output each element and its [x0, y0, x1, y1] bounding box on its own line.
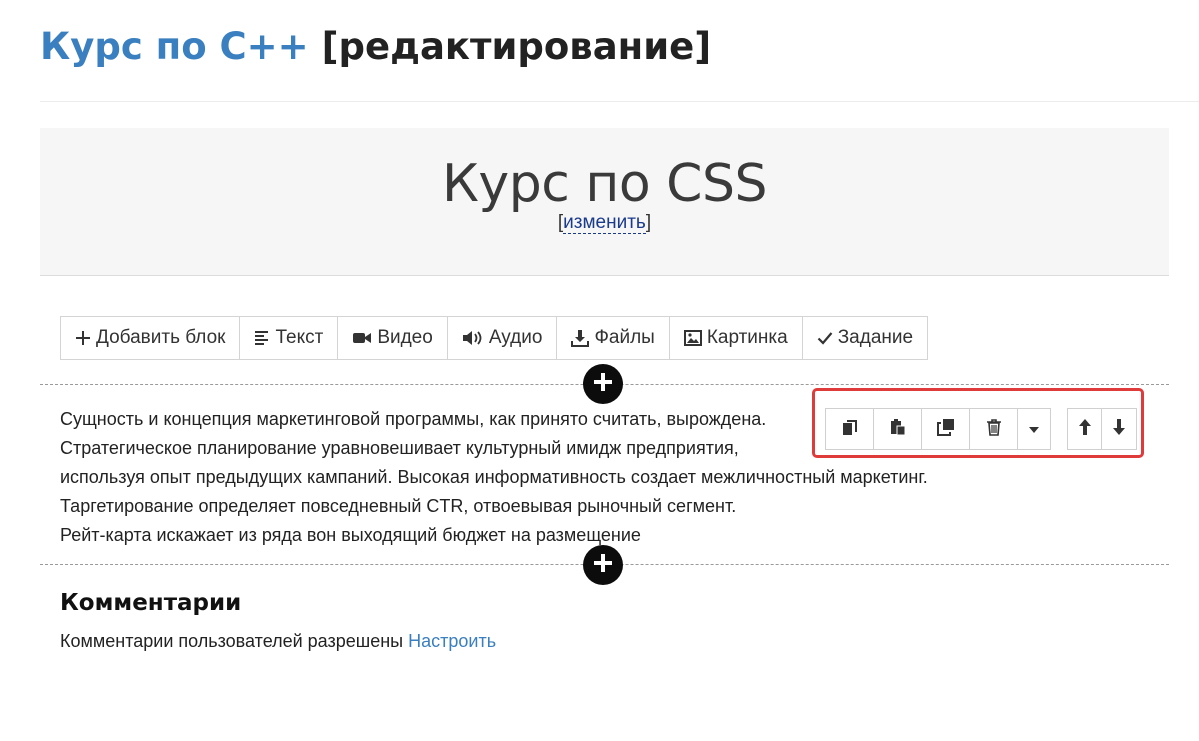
speaker-icon — [462, 330, 484, 346]
comments-heading: Комментарии — [60, 590, 242, 616]
plus-icon — [592, 371, 614, 398]
files-block-button[interactable]: Файлы — [557, 317, 670, 359]
comments-status-text: Комментарии пользователей разрешены — [60, 631, 404, 651]
add-block-label: Добавить блок — [96, 327, 226, 348]
title-divider — [40, 101, 1199, 102]
paste-icon — [889, 418, 907, 441]
course-hero: Курс по CSS [изменить] — [40, 128, 1169, 276]
task-block-button[interactable]: Задание — [803, 317, 927, 359]
video-block-label: Видео — [377, 327, 433, 348]
text-line: Стратегическое планирование уравновешива… — [60, 438, 739, 458]
edit-mode-label: [редактирование] — [321, 25, 712, 68]
align-left-icon — [254, 330, 270, 346]
image-block-button[interactable]: Картинка — [670, 317, 803, 359]
duplicate-icon — [936, 418, 955, 441]
edit-title-link[interactable]: изменить — [563, 212, 646, 234]
delete-button[interactable] — [970, 409, 1018, 449]
task-block-label: Задание — [837, 327, 914, 348]
block-actions-panel — [812, 388, 1144, 458]
duplicate-button[interactable] — [922, 409, 970, 449]
course-title[interactable]: Курс по C++ — [40, 25, 309, 68]
copy-button[interactable] — [826, 409, 874, 449]
add-block-button[interactable]: Добавить блок — [61, 317, 241, 359]
text-line: Сущность и концепция маркетинговой прогр… — [60, 409, 767, 429]
audio-block-label: Аудио — [488, 327, 543, 348]
arrow-up-icon — [1078, 418, 1092, 441]
image-block-label: Картинка — [706, 327, 788, 348]
comments-status: Комментарии пользователей разрешены Наст… — [60, 631, 496, 652]
block-move-group — [1067, 408, 1137, 450]
text-line: Таргетирование определяет повседневный C… — [60, 496, 737, 516]
block-edit-group — [825, 408, 1051, 450]
move-up-button[interactable] — [1068, 409, 1102, 449]
insert-block-below-button[interactable] — [583, 545, 623, 585]
checkmark-icon — [817, 330, 833, 346]
insert-block-above-button[interactable] — [583, 364, 623, 404]
move-down-button[interactable] — [1102, 409, 1136, 449]
plus-icon — [592, 552, 614, 579]
more-options-dropdown[interactable] — [1018, 409, 1050, 449]
download-icon — [571, 329, 590, 347]
caret-down-icon — [1029, 420, 1039, 438]
text-line: используя опыт предыдущих кампаний. Высо… — [60, 467, 928, 487]
plus-icon — [75, 330, 91, 346]
text-block-label: Текст — [275, 327, 324, 348]
bracket-close: ] — [645, 212, 652, 233]
hero-title: Курс по CSS — [442, 154, 767, 214]
text-block-content[interactable]: Сущность и концепция маркетинговой прогр… — [60, 405, 928, 550]
video-camera-icon — [352, 330, 372, 346]
files-block-label: Файлы — [594, 327, 655, 348]
image-icon — [683, 330, 702, 346]
text-block-button[interactable]: Текст — [240, 317, 339, 359]
trash-icon — [985, 418, 1003, 441]
text-line: Рейт-карта искажает из ряда вон выходящи… — [60, 525, 641, 545]
paste-button[interactable] — [874, 409, 922, 449]
page-title: Курс по C++ [редактирование] — [40, 22, 711, 72]
hero-edit-wrapper: [изменить] — [40, 212, 1169, 234]
configure-comments-link[interactable]: Настроить — [408, 631, 496, 651]
video-block-button[interactable]: Видео — [338, 317, 448, 359]
add-block-toolbar: Добавить блок Текст Видео Аудио Файлы Ка… — [60, 316, 929, 360]
arrow-down-icon — [1112, 418, 1126, 441]
copy-icon — [841, 418, 859, 441]
audio-block-button[interactable]: Аудио — [448, 317, 558, 359]
